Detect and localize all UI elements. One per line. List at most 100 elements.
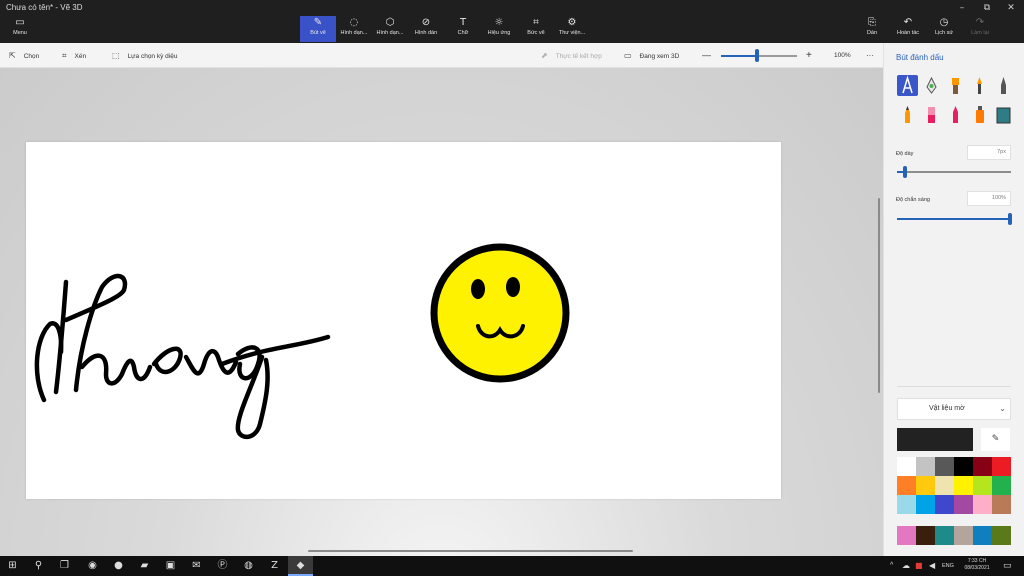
tool-3d-shapes[interactable]: ⬡ Hình dạn...	[372, 16, 408, 42]
opacity-slider-fill	[897, 218, 1011, 220]
palette-swatch[interactable]	[916, 457, 935, 476]
brush-oil[interactable]	[945, 75, 966, 96]
task-view-icon[interactable]: ❐	[52, 556, 77, 576]
material-dropdown[interactable]: Vật liệu mờ ⌄	[897, 398, 1011, 420]
horizontal-scrollbar[interactable]	[308, 550, 633, 552]
windows-start-icon[interactable]: ⊞	[0, 556, 25, 576]
edge-icon[interactable]: ◉	[80, 556, 105, 576]
tool-text[interactable]: T Chữ	[445, 16, 481, 42]
paint-3d-icon[interactable]: ◆	[288, 556, 313, 576]
mail-icon[interactable]: ✉	[184, 556, 209, 576]
tool-effects[interactable]: ☼ Hiệu ứng	[481, 16, 517, 42]
brush-pixel-pen[interactable]	[993, 75, 1014, 96]
brush-marker[interactable]	[897, 75, 918, 96]
palette-swatch[interactable]	[992, 476, 1011, 495]
eraser-icon	[928, 107, 935, 123]
palette-swatch[interactable]	[973, 457, 992, 476]
palette-swatch[interactable]	[897, 476, 916, 495]
thickness-slider[interactable]	[897, 171, 1011, 173]
palette-swatch[interactable]	[897, 526, 916, 545]
palette-swatch[interactable]	[992, 526, 1011, 545]
select-tool[interactable]: ⇱ Chọn	[9, 43, 39, 68]
volume-icon[interactable]: ◀	[929, 556, 935, 576]
palette-swatch[interactable]	[897, 457, 916, 476]
brush-icon: ✎	[313, 17, 323, 28]
view-3d-toggle[interactable]: ▭ Đang xem 3D	[624, 43, 679, 68]
zoom-out-button[interactable]: —	[702, 43, 711, 68]
search-icon[interactable]: ⚲	[26, 556, 51, 576]
drawing-canvas[interactable]	[26, 142, 781, 499]
opacity-input[interactable]: 100%	[967, 191, 1011, 206]
palette-swatch[interactable]	[935, 457, 954, 476]
spotify-icon[interactable]: ◍	[236, 556, 261, 576]
brush-fill[interactable]	[993, 104, 1014, 125]
tray-chevron[interactable]: ^	[890, 556, 893, 576]
crop-tool[interactable]: ⌗ Xén	[62, 43, 86, 68]
effects-icon: ☼	[494, 17, 504, 28]
language-indicator[interactable]: ENG	[942, 556, 954, 576]
menu-button[interactable]: ▭ Menu	[2, 16, 38, 42]
palette-swatch[interactable]	[935, 495, 954, 514]
brush-calligraphy-pen[interactable]	[921, 75, 942, 96]
palette-swatch[interactable]	[897, 495, 916, 514]
brush-pencil[interactable]	[897, 104, 918, 125]
brush-spray-can[interactable]	[969, 104, 990, 125]
brush-watercolor[interactable]	[969, 75, 990, 96]
palette-swatch[interactable]	[916, 495, 935, 514]
palette-swatch[interactable]	[935, 526, 954, 545]
palette-swatch[interactable]	[954, 526, 973, 545]
palette-swatch[interactable]	[954, 476, 973, 495]
pencil-icon	[905, 106, 910, 123]
antivirus-icon[interactable]: ■	[915, 556, 923, 576]
tool-2d-shapes[interactable]: ◌ Hình dạn...	[336, 16, 372, 42]
minimize-button[interactable]: –	[951, 0, 973, 16]
system-clock[interactable]: 7:33 CH 08/03/2021	[957, 558, 997, 572]
undo-button[interactable]: ↶ Hoàn tác	[890, 16, 926, 42]
history-button[interactable]: ◷ Lịch sử	[926, 16, 962, 42]
brush-eraser[interactable]	[921, 104, 942, 125]
tool-3d-library[interactable]: ⚙ Thư viện...	[554, 16, 590, 42]
restore-button[interactable]: ⧉	[976, 0, 998, 16]
palette-swatch[interactable]	[973, 476, 992, 495]
zoom-slider[interactable]	[721, 55, 797, 57]
palette-swatch[interactable]	[973, 526, 992, 545]
eyedropper-button[interactable]: ✎	[981, 428, 1010, 451]
opacity-slider[interactable]	[897, 218, 1011, 220]
palette-swatch[interactable]	[992, 457, 1011, 476]
chrome-icon[interactable]: ●	[106, 556, 131, 576]
tool-stickers[interactable]: ⊘ Hình dán	[408, 16, 444, 42]
palette-swatch[interactable]	[954, 495, 973, 514]
palette-swatch[interactable]	[973, 495, 992, 514]
zoom-slider-thumb[interactable]	[755, 49, 759, 62]
mixed-reality-button[interactable]: ⬈ Thực tế kết hợp	[541, 43, 602, 68]
magic-select-tool[interactable]: ⬚ Lựa chọn kỳ diệu	[112, 43, 177, 68]
current-color-swatch[interactable]	[897, 428, 973, 451]
zalo-icon[interactable]: Z	[262, 556, 287, 576]
notifications-icon[interactable]: ▭	[1003, 556, 1012, 576]
redo-button[interactable]: ↷ Làm lại	[962, 16, 998, 42]
tool-canvas[interactable]: ⌗ Bức vẽ	[518, 16, 554, 42]
opacity-slider-thumb[interactable]	[1008, 213, 1012, 225]
paste-button[interactable]: ⎘ Dán	[854, 16, 890, 42]
folder-icon: ▭	[15, 17, 25, 28]
network-icon[interactable]: ☁	[902, 556, 910, 576]
file-explorer-icon[interactable]: ▰	[132, 556, 157, 576]
brush-crayon[interactable]	[945, 104, 966, 125]
brush-properties-panel: Bút đánh dấu Độ dày 7px Độ chắn sáng 100…	[883, 43, 1024, 556]
zoom-level[interactable]: 100%	[834, 43, 851, 68]
palette-swatch[interactable]	[935, 476, 954, 495]
close-button[interactable]: ✕	[1000, 0, 1022, 16]
thickness-slider-thumb[interactable]	[902, 166, 907, 178]
palette-swatch[interactable]	[992, 495, 1011, 514]
zoom-in-button[interactable]: +	[806, 43, 812, 68]
palette-swatch[interactable]	[916, 476, 935, 495]
store-icon[interactable]: ▣	[158, 556, 183, 576]
palette-swatch[interactable]	[916, 526, 935, 545]
pinterest-icon[interactable]: Ⓟ	[210, 556, 235, 576]
palette-swatch[interactable]	[954, 457, 973, 476]
tool-brushes[interactable]: ✎ Bút vẽ	[300, 16, 336, 42]
zoom-slider-fill	[721, 55, 757, 57]
thickness-input[interactable]: 7px	[967, 145, 1011, 160]
more-options-button[interactable]: ···	[866, 43, 874, 68]
vertical-scrollbar[interactable]	[878, 198, 880, 393]
